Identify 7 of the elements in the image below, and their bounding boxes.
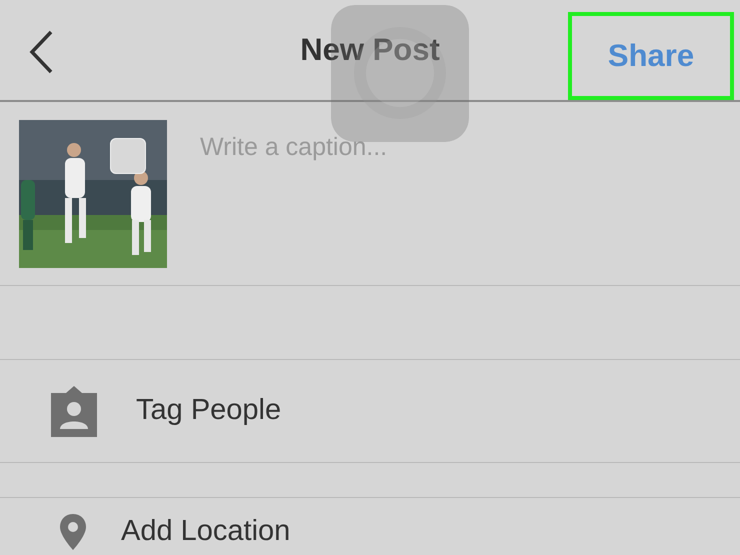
option-label[interactable]: Add Location [121, 510, 290, 554]
location-pin-icon [60, 514, 86, 550]
square-icon [110, 138, 146, 174]
caption-field[interactable]: Write a caption... [198, 128, 698, 168]
option-label[interactable]: Tag People [136, 389, 282, 433]
screen-title: New Post [300, 30, 440, 69]
back-icon[interactable] [28, 30, 54, 74]
